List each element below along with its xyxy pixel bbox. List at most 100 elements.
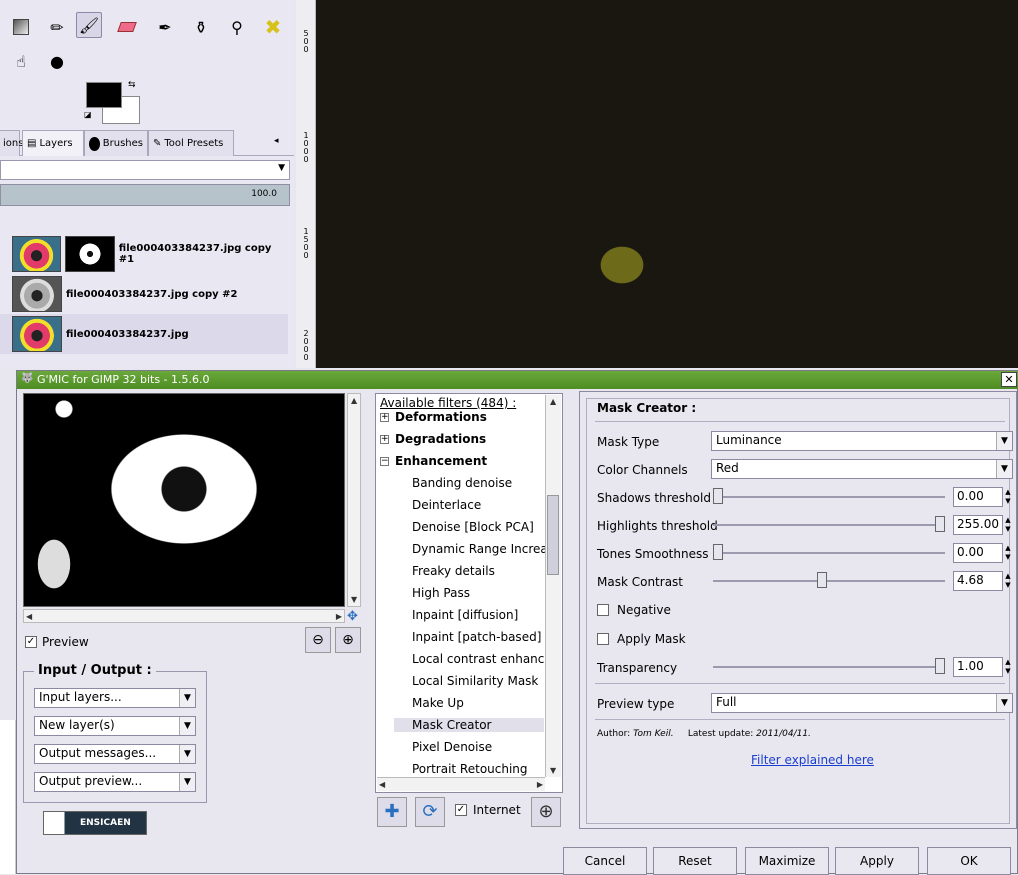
layer-row[interactable]: file000403384237.jpg: [0, 314, 288, 354]
preview-pane[interactable]: [23, 393, 345, 607]
scroll-left-icon[interactable]: ◀: [379, 780, 385, 789]
fg-bg-color-swatches[interactable]: ⇆ ◪: [84, 80, 144, 128]
expand-icon[interactable]: +: [380, 412, 389, 422]
slider-knob[interactable]: [817, 572, 828, 588]
expand-icon[interactable]: +: [380, 434, 389, 444]
spin-arrows-icon[interactable]: ▲ ▼: [1002, 572, 1014, 592]
smudge-tool-icon[interactable]: ☝: [8, 48, 34, 74]
spin-arrows-icon[interactable]: ▲ ▼: [1002, 544, 1014, 564]
filter-item[interactable]: Make Up: [412, 696, 464, 710]
paintbrush-tool-icon[interactable]: 🖌: [76, 12, 102, 38]
output-preview-combo[interactable]: Output preview... ▼: [34, 772, 196, 792]
preview-horizontal-scrollbar[interactable]: ◀ ▶: [23, 609, 345, 623]
scrollbar-thumb[interactable]: [547, 495, 559, 575]
internet-checkbox[interactable]: ✓ Internet: [455, 803, 521, 817]
filters-vertical-scrollbar[interactable]: ▲ ▼: [545, 395, 561, 777]
category-deformations[interactable]: + Deformations: [380, 410, 487, 424]
blend-tool-icon[interactable]: [8, 14, 34, 40]
scroll-up-icon[interactable]: ▲: [351, 396, 357, 405]
ink-tool-icon[interactable]: ⚱: [188, 14, 214, 40]
filter-item[interactable]: Freaky details: [412, 564, 495, 578]
airbrush-tool-icon[interactable]: ✒: [152, 14, 178, 40]
mask-contrast-spin[interactable]: 4.68 ▲ ▼: [953, 571, 1011, 591]
opacity-slider[interactable]: 100.0: [0, 184, 290, 206]
checkbox-unchecked-icon[interactable]: [597, 633, 609, 645]
tab-layers[interactable]: ▤ Layers: [22, 130, 84, 156]
heal-tool-icon[interactable]: ✖: [260, 14, 286, 40]
filters-horizontal-scrollbar[interactable]: ◀ ▶: [377, 777, 545, 791]
filter-item[interactable]: Denoise [Block PCA]: [412, 520, 534, 534]
eraser-tool-icon[interactable]: [114, 14, 140, 40]
tab-ions[interactable]: ions: [0, 130, 23, 156]
spin-arrows-icon[interactable]: ▲ ▼: [1002, 488, 1014, 508]
collapse-icon[interactable]: −: [380, 456, 389, 466]
filter-item[interactable]: Inpaint [patch-based]: [412, 630, 541, 644]
maximize-button[interactable]: Maximize: [745, 847, 829, 875]
foreground-color-swatch[interactable]: [86, 82, 122, 108]
scroll-down-icon[interactable]: ▼: [550, 766, 556, 775]
shadows-threshold-spin[interactable]: 0.00 ▲ ▼: [953, 487, 1011, 507]
category-enhancement[interactable]: − Enhancement: [380, 454, 487, 468]
layer-row[interactable]: file000403384237.jpg copy #1: [0, 234, 288, 274]
highlights-threshold-spin[interactable]: 255.00 ▲ ▼: [953, 515, 1011, 535]
scroll-left-icon[interactable]: ◀: [26, 612, 32, 621]
spin-arrows-icon[interactable]: ▲ ▼: [1002, 658, 1014, 678]
transparency-spin[interactable]: 1.00 ▲ ▼: [953, 657, 1011, 677]
checkbox-checked-icon[interactable]: ✓: [25, 636, 37, 648]
category-degradations[interactable]: + Degradations: [380, 432, 486, 446]
filter-item-selected[interactable]: Mask Creator: [394, 718, 544, 732]
filter-item[interactable]: Local Similarity Mask: [412, 674, 538, 688]
scroll-up-icon[interactable]: ▲: [550, 397, 556, 406]
filter-item[interactable]: Local contrast enhancen: [412, 652, 559, 666]
scroll-down-icon[interactable]: ▼: [351, 595, 357, 604]
output-mode-combo[interactable]: New layer(s) ▼: [34, 716, 196, 736]
slider-knob[interactable]: [713, 488, 723, 504]
dodge-burn-tool-icon[interactable]: ●: [44, 48, 70, 74]
checkbox-checked-icon[interactable]: ✓: [455, 804, 467, 816]
filter-item[interactable]: Deinterlace: [412, 498, 481, 512]
filter-tree[interactable]: Available filters (484) : + Deformations …: [375, 393, 563, 793]
preview-type-combo[interactable]: Full ▼: [711, 693, 1013, 713]
layer-row[interactable]: file000403384237.jpg copy #2: [0, 274, 288, 314]
tab-tool-presets[interactable]: ✎ Tool Presets: [148, 130, 234, 156]
filter-item[interactable]: Banding denoise: [412, 476, 512, 490]
filter-item[interactable]: Pixel Denoise: [412, 740, 492, 754]
negative-checkbox[interactable]: Negative: [597, 603, 671, 617]
tab-brushes[interactable]: Brushes: [84, 130, 148, 156]
transparency-slider[interactable]: [713, 666, 945, 668]
filter-item[interactable]: High Pass: [412, 586, 470, 600]
add-filter-button[interactable]: ✚: [377, 797, 407, 827]
cancel-button[interactable]: Cancel: [563, 847, 647, 875]
mask-type-combo[interactable]: Luminance ▼: [711, 431, 1013, 451]
scroll-right-icon[interactable]: ▶: [336, 612, 342, 621]
ok-button[interactable]: OK: [927, 847, 1011, 875]
navigate-icon[interactable]: ✥: [347, 609, 358, 624]
shadows-threshold-slider[interactable]: [713, 496, 945, 498]
reset-button[interactable]: Reset: [653, 847, 737, 875]
preview-checkbox[interactable]: ✓ Preview: [25, 635, 89, 649]
preview-vertical-scrollbar[interactable]: ▲ ▼: [347, 393, 361, 607]
ensicaen-logo[interactable]: ENSICAEN: [43, 811, 147, 835]
refresh-filters-button[interactable]: ⟳: [415, 797, 445, 827]
tones-smoothness-spin[interactable]: 0.00 ▲ ▼: [953, 543, 1011, 563]
slider-knob[interactable]: [935, 658, 945, 674]
slider-knob[interactable]: [935, 516, 945, 532]
swap-colors-icon[interactable]: ⇆: [128, 80, 136, 90]
apply-mask-checkbox[interactable]: Apply Mask: [597, 632, 686, 646]
reset-colors-icon[interactable]: ◪: [84, 110, 92, 119]
output-messages-combo[interactable]: Output messages... ▼: [34, 744, 196, 764]
dialog-titlebar[interactable]: 🐺 G'MIC for GIMP 32 bits - 1.5.6.0 ✕: [17, 371, 1018, 389]
filter-item[interactable]: Inpaint [diffusion]: [412, 608, 518, 622]
apply-button[interactable]: Apply: [835, 847, 919, 875]
layer-mode-combo[interactable]: ▼: [0, 160, 290, 180]
close-button[interactable]: ✕: [1001, 372, 1017, 387]
scroll-right-icon[interactable]: ▶: [537, 780, 543, 789]
clone-tool-icon[interactable]: ⚲: [224, 14, 250, 40]
input-layers-combo[interactable]: Input layers... ▼: [34, 688, 196, 708]
search-filters-button[interactable]: ⊕: [531, 797, 561, 827]
zoom-in-button[interactable]: ⊕: [335, 627, 361, 653]
mask-contrast-slider[interactable]: [713, 580, 945, 582]
slider-knob[interactable]: [713, 544, 723, 560]
highlights-threshold-slider[interactable]: [713, 524, 945, 526]
filter-item[interactable]: Portrait Retouching: [412, 762, 528, 776]
